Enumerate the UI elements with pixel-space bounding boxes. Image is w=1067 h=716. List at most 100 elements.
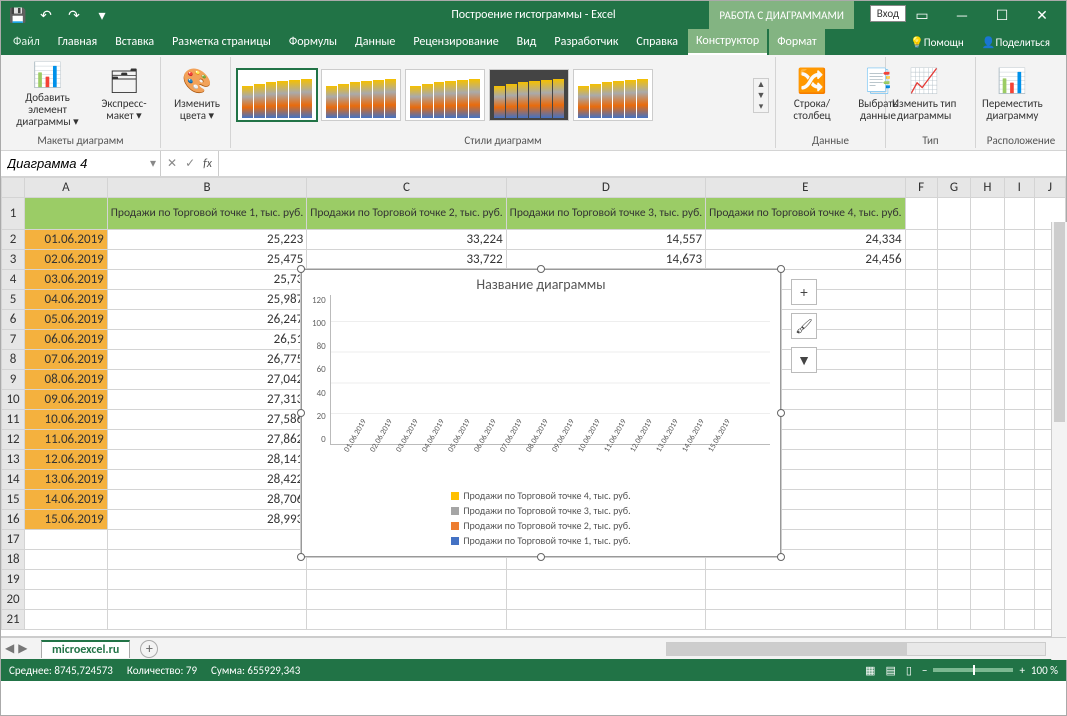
- cell[interactable]: [905, 350, 937, 370]
- cell[interactable]: 15.06.2019: [25, 510, 108, 530]
- cell[interactable]: 25,475: [107, 250, 306, 270]
- cell[interactable]: [971, 198, 1004, 230]
- cell[interactable]: [937, 450, 970, 470]
- cell[interactable]: [1004, 510, 1034, 530]
- cell[interactable]: [971, 550, 1004, 570]
- name-box-input[interactable]: [5, 155, 146, 172]
- tell-me-button[interactable]: 💡 Помощн: [902, 29, 972, 55]
- cell[interactable]: 26,247: [107, 310, 306, 330]
- column-header[interactable]: B: [107, 178, 306, 198]
- cell[interactable]: Продажи по Торговой точке 3, тыс. руб.: [506, 198, 705, 230]
- chevron-down-icon[interactable]: ▾: [150, 156, 156, 171]
- cell[interactable]: 25,223: [107, 230, 306, 250]
- cell[interactable]: 12.06.2019: [25, 450, 108, 470]
- cell[interactable]: [905, 370, 937, 390]
- cell[interactable]: [25, 550, 108, 570]
- sheet-nav-next-icon[interactable]: ▶: [18, 641, 27, 656]
- cell[interactable]: [1004, 570, 1034, 590]
- row-header[interactable]: 16: [2, 510, 25, 530]
- cell[interactable]: [1004, 410, 1034, 430]
- resize-handle[interactable]: [297, 409, 305, 417]
- minimize-icon[interactable]: —: [942, 4, 982, 26]
- row-header[interactable]: 8: [2, 350, 25, 370]
- embedded-chart[interactable]: Название диаграммы 120100806040200 01.06…: [301, 269, 781, 557]
- cell[interactable]: 26,775: [107, 350, 306, 370]
- cell[interactable]: [1004, 370, 1034, 390]
- cell[interactable]: [971, 310, 1004, 330]
- cell[interactable]: 24,456: [706, 250, 905, 270]
- cell[interactable]: Продажи по Торговой точке 2, тыс. руб.: [307, 198, 506, 230]
- chart-elements-button[interactable]: +: [791, 279, 817, 305]
- cell[interactable]: [937, 230, 970, 250]
- tab-help[interactable]: Справка: [628, 29, 686, 55]
- quick-layout-button[interactable]: 🗂Экспресс- макет ▾: [94, 68, 154, 122]
- select-all-cell[interactable]: [2, 178, 25, 198]
- cell[interactable]: [1004, 390, 1034, 410]
- cell[interactable]: 03.06.2019: [25, 270, 108, 290]
- cell[interactable]: 14.06.2019: [25, 490, 108, 510]
- cell[interactable]: [905, 430, 937, 450]
- cell[interactable]: 11.06.2019: [25, 430, 108, 450]
- cell[interactable]: 02.06.2019: [25, 250, 108, 270]
- cell[interactable]: [937, 410, 970, 430]
- cell[interactable]: [506, 610, 705, 630]
- row-header[interactable]: 13: [2, 450, 25, 470]
- cell[interactable]: [971, 570, 1004, 590]
- row-header[interactable]: 15: [2, 490, 25, 510]
- tab-developer[interactable]: Разработчик: [546, 29, 626, 55]
- cell[interactable]: [937, 390, 970, 410]
- fx-icon[interactable]: fx: [203, 157, 212, 171]
- redo-icon[interactable]: ↷: [63, 4, 85, 26]
- cell[interactable]: 10.06.2019: [25, 410, 108, 430]
- view-normal-icon[interactable]: ▦: [865, 664, 875, 677]
- chart-style-5[interactable]: [573, 69, 653, 121]
- cell[interactable]: 28,141: [107, 450, 306, 470]
- worksheet-grid[interactable]: A B C D E F G H I J 1 Продажи по Торгово…: [1, 177, 1066, 637]
- save-icon[interactable]: 💾: [7, 4, 29, 26]
- tab-page-layout[interactable]: Разметка страницы: [164, 29, 279, 55]
- cell[interactable]: [307, 610, 506, 630]
- cell[interactable]: 28,993: [107, 510, 306, 530]
- cell[interactable]: [107, 570, 306, 590]
- cell[interactable]: 27,042: [107, 370, 306, 390]
- cell[interactable]: Продажи по Торговой точке 1, тыс. руб.: [107, 198, 306, 230]
- cell[interactable]: 25,987: [107, 290, 306, 310]
- vertical-scrollbar[interactable]: [1051, 222, 1067, 660]
- cell[interactable]: [1004, 310, 1034, 330]
- tab-view[interactable]: Вид: [509, 29, 545, 55]
- cell[interactable]: [107, 550, 306, 570]
- resize-handle[interactable]: [297, 553, 305, 561]
- tab-insert[interactable]: Вставка: [107, 29, 162, 55]
- cell[interactable]: [1004, 590, 1034, 610]
- row-header[interactable]: 5: [2, 290, 25, 310]
- tab-file[interactable]: Файл: [5, 29, 48, 55]
- add-sheet-button[interactable]: +: [140, 640, 158, 658]
- cell[interactable]: [905, 590, 937, 610]
- cell[interactable]: [107, 530, 306, 550]
- cell[interactable]: [1004, 610, 1034, 630]
- row-header[interactable]: 3: [2, 250, 25, 270]
- cell[interactable]: [971, 390, 1004, 410]
- tab-formulas[interactable]: Формулы: [281, 29, 345, 55]
- row-header[interactable]: 6: [2, 310, 25, 330]
- resize-handle[interactable]: [297, 265, 305, 273]
- column-header[interactable]: H: [971, 178, 1004, 198]
- horizontal-scrollbar[interactable]: [666, 642, 1046, 656]
- change-colors-button[interactable]: 🎨Изменить цвета ▾: [167, 68, 227, 122]
- chart-styles-gallery[interactable]: [237, 69, 747, 121]
- cell[interactable]: [905, 490, 937, 510]
- cell[interactable]: [971, 510, 1004, 530]
- zoom-level[interactable]: 100 %: [1031, 664, 1058, 677]
- cell[interactable]: [971, 370, 1004, 390]
- cell[interactable]: [905, 450, 937, 470]
- resize-handle[interactable]: [777, 553, 785, 561]
- cell[interactable]: [1004, 270, 1034, 290]
- cell[interactable]: 27,586: [107, 410, 306, 430]
- cell[interactable]: 25,73: [107, 270, 306, 290]
- cell[interactable]: [971, 230, 1004, 250]
- undo-icon[interactable]: ↶: [35, 4, 57, 26]
- tab-data[interactable]: Данные: [347, 29, 403, 55]
- row-header[interactable]: 1: [2, 198, 25, 230]
- cell[interactable]: 14,557: [506, 230, 705, 250]
- cell[interactable]: [937, 430, 970, 450]
